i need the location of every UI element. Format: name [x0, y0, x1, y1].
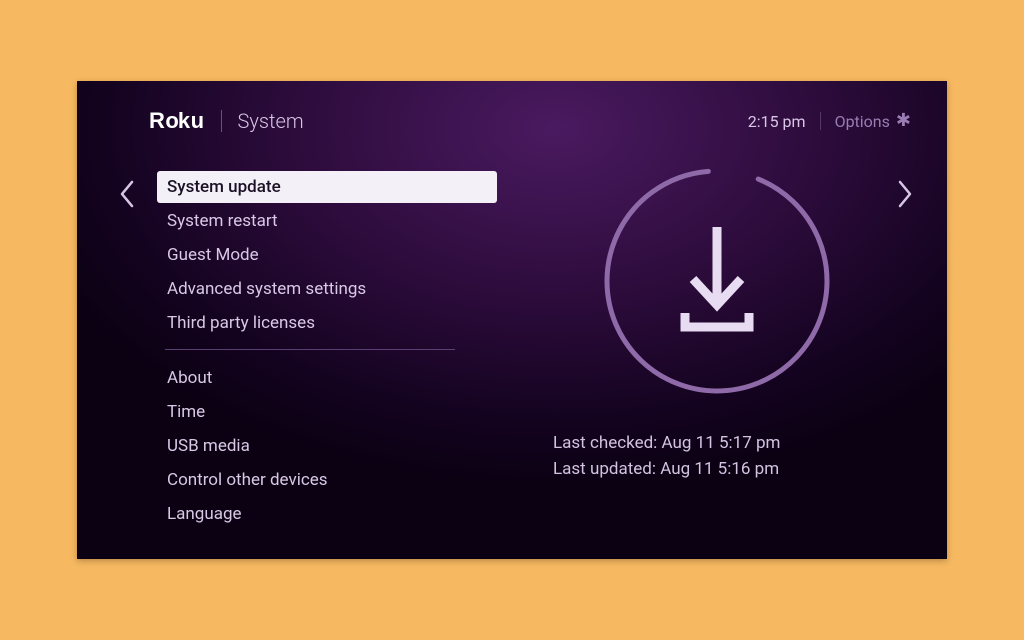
- update-status: Last checked: Aug 11 5:17 pm Last update…: [547, 431, 887, 482]
- roku-logo: Roku: [149, 108, 205, 134]
- menu-item-usb-media[interactable]: USB media: [157, 430, 497, 462]
- menu-item-about[interactable]: About: [157, 362, 497, 394]
- menu-item-third-party-licenses[interactable]: Third party licenses: [157, 307, 497, 339]
- menu-item-system-restart[interactable]: System restart: [157, 205, 497, 237]
- update-panel: Last checked: Aug 11 5:17 pm Last update…: [547, 161, 887, 482]
- clock: 2:15 pm: [748, 112, 806, 131]
- menu-item-time[interactable]: Time: [157, 396, 497, 428]
- menu-item-advanced-settings[interactable]: Advanced system settings: [157, 273, 497, 305]
- menu-item-language[interactable]: Language: [157, 498, 497, 530]
- header-bar: Roku System 2:15 pm Options ✱: [77, 103, 947, 139]
- menu-item-guest-mode[interactable]: Guest Mode: [157, 239, 497, 271]
- system-settings-screen: Roku System 2:15 pm Options ✱ System upd…: [77, 81, 947, 559]
- system-menu: System update System restart Guest Mode …: [157, 171, 497, 532]
- header-separator: [221, 110, 222, 132]
- nav-back-chevron[interactable]: [119, 177, 135, 217]
- options-label: Options: [835, 112, 890, 131]
- header-right: 2:15 pm Options ✱: [748, 112, 911, 131]
- last-checked-text: Last checked: Aug 11 5:17 pm: [553, 431, 887, 457]
- menu-item-control-other-devices[interactable]: Control other devices: [157, 464, 497, 496]
- header-separator-2: [820, 112, 821, 130]
- asterisk-icon: ✱: [896, 112, 911, 130]
- menu-divider: [165, 349, 455, 350]
- download-progress-ring: [597, 161, 837, 401]
- options-button[interactable]: Options ✱: [835, 112, 911, 131]
- nav-forward-chevron[interactable]: [897, 177, 913, 217]
- menu-item-system-update[interactable]: System update: [157, 171, 497, 203]
- last-updated-text: Last updated: Aug 11 5:16 pm: [553, 457, 887, 483]
- breadcrumb: System: [238, 109, 304, 133]
